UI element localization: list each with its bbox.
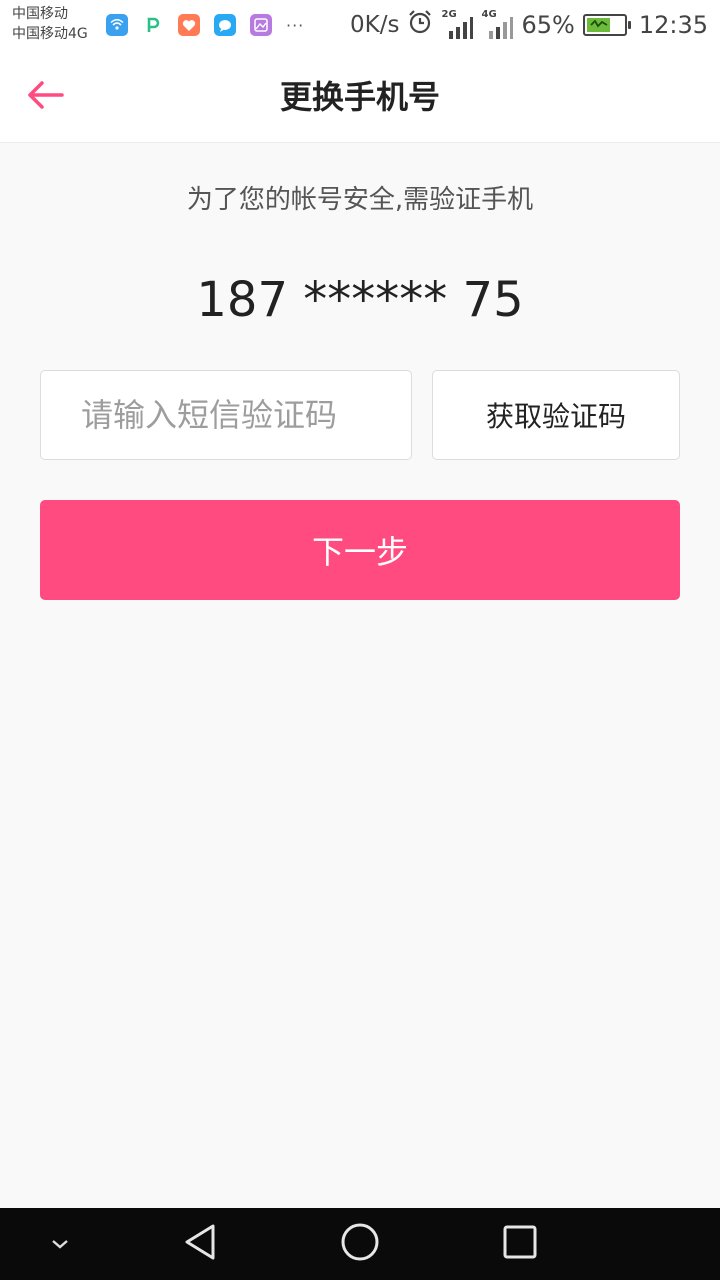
heart-app-icon bbox=[178, 14, 200, 36]
carrier-label-1: 中国移动 bbox=[12, 6, 68, 22]
verify-hint: 为了您的帐号安全,需验证手机 bbox=[186, 185, 534, 215]
sms-code-input[interactable] bbox=[40, 370, 412, 460]
title-bar: 更换手机号 bbox=[0, 50, 720, 143]
nav-back-button[interactable] bbox=[160, 1208, 240, 1280]
status-right: 0K/s 2G 4G 65% 12:35 bbox=[350, 8, 708, 42]
chat-app-icon bbox=[214, 14, 236, 36]
status-bar: 中国移动 中国移动4G ··· 0K/s 2G 4G 65% 12:35 bbox=[0, 0, 720, 50]
nav-home-button[interactable] bbox=[320, 1208, 400, 1280]
recents-square-icon bbox=[502, 1224, 538, 1264]
alarm-icon bbox=[407, 9, 433, 41]
back-triangle-icon bbox=[182, 1223, 218, 1265]
chevron-down-icon bbox=[50, 1235, 70, 1254]
carrier-label-2: 中国移动4G bbox=[12, 26, 88, 42]
navigation-bar bbox=[0, 1208, 720, 1280]
more-notifications-icon: ··· bbox=[286, 15, 305, 35]
home-circle-icon bbox=[340, 1222, 380, 1266]
get-code-button[interactable]: 获取验证码 bbox=[432, 370, 680, 460]
battery-icon bbox=[582, 14, 631, 36]
carrier-info: 中国移动 中国移动4G bbox=[12, 4, 88, 44]
signal-sim2-icon: 4G bbox=[481, 9, 514, 39]
masked-phone-number: 187 ****** 75 bbox=[196, 272, 524, 328]
p-app-icon bbox=[142, 14, 164, 36]
battery-percent: 65% bbox=[521, 11, 575, 39]
next-step-button[interactable]: 下一步 bbox=[40, 500, 680, 600]
page-title: 更换手机号 bbox=[279, 78, 440, 116]
signal-sim1-icon: 2G bbox=[441, 9, 474, 39]
clock: 12:35 bbox=[638, 11, 708, 39]
hide-nav-button[interactable] bbox=[30, 1208, 90, 1280]
net-speed: 0K/s bbox=[350, 12, 400, 38]
battery-level bbox=[586, 18, 611, 32]
nav-recents-button[interactable] bbox=[480, 1208, 560, 1280]
wifi-app-icon bbox=[106, 14, 128, 36]
gallery-app-icon bbox=[250, 14, 272, 36]
notification-icons: ··· bbox=[106, 12, 304, 38]
